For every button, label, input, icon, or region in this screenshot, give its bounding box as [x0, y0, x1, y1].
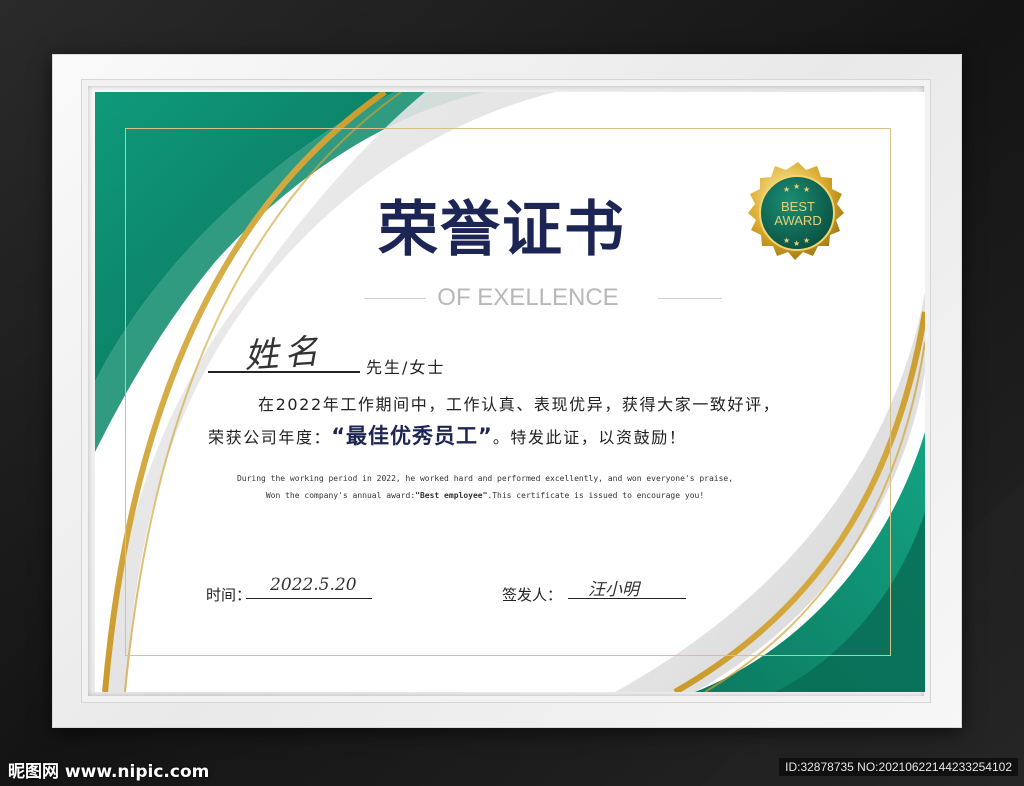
- issuer-label: 签发人：: [502, 586, 563, 604]
- recipient-name-handwritten: 姓名: [242, 331, 326, 377]
- english-text-line1: During the working period in 2022, he wo…: [236, 474, 734, 483]
- award-name: “最佳优秀员工”: [331, 424, 493, 448]
- english-line2-suffix: .This certificate is issued to encourage…: [487, 491, 705, 500]
- english-award: "Best employee": [415, 491, 488, 500]
- badge-text-best: BEST: [781, 199, 815, 214]
- time-label: 时间：: [206, 586, 252, 604]
- salutation: 先生/女士: [366, 358, 446, 377]
- certificate-subtitle: OF EXELLENCE: [437, 284, 619, 311]
- svg-text:★: ★: [803, 236, 810, 245]
- svg-text:★: ★: [783, 185, 790, 194]
- body-text-line1: 在2022年工作期间中，工作认真、表现优异，获得大家一致好评，: [258, 395, 781, 414]
- body-text-line2: 荣获公司年度：“最佳优秀员工”。特发此证，以资鼓励！: [208, 420, 686, 450]
- watermark-id: ID:32878735 NO:20210622144233254102: [779, 758, 1018, 776]
- body-text-line2-prefix: 荣获公司年度：: [208, 428, 332, 447]
- watermark-site: 昵图网 www.nipic.com: [8, 762, 210, 782]
- badge-text-award: AWARD: [774, 213, 822, 228]
- english-line2-prefix: Won the company's annual award:: [265, 491, 416, 500]
- svg-text:★: ★: [783, 236, 790, 245]
- issuer-handwritten: 汪小明: [588, 580, 639, 600]
- recipient-name-underline: [208, 371, 360, 373]
- certificate-title: 荣誉证书: [378, 195, 626, 265]
- issuer-underline: [568, 598, 686, 599]
- best-award-badge: ★ ★ ★ ★ ★ ★ BEST AWARD: [740, 158, 856, 274]
- date-handwritten: 2022.5.20: [270, 575, 357, 595]
- subtitle-left-rule: [364, 298, 426, 299]
- body-text-line2-suffix: 。特发此证，以资鼓励！: [492, 428, 687, 447]
- svg-text:★: ★: [803, 185, 810, 194]
- svg-text:★: ★: [793, 239, 800, 248]
- subtitle-right-rule: [658, 298, 722, 299]
- english-text-line2: Won the company's annual award:"Best emp…: [160, 491, 810, 500]
- date-underline: [246, 598, 372, 599]
- svg-text:★: ★: [793, 182, 800, 191]
